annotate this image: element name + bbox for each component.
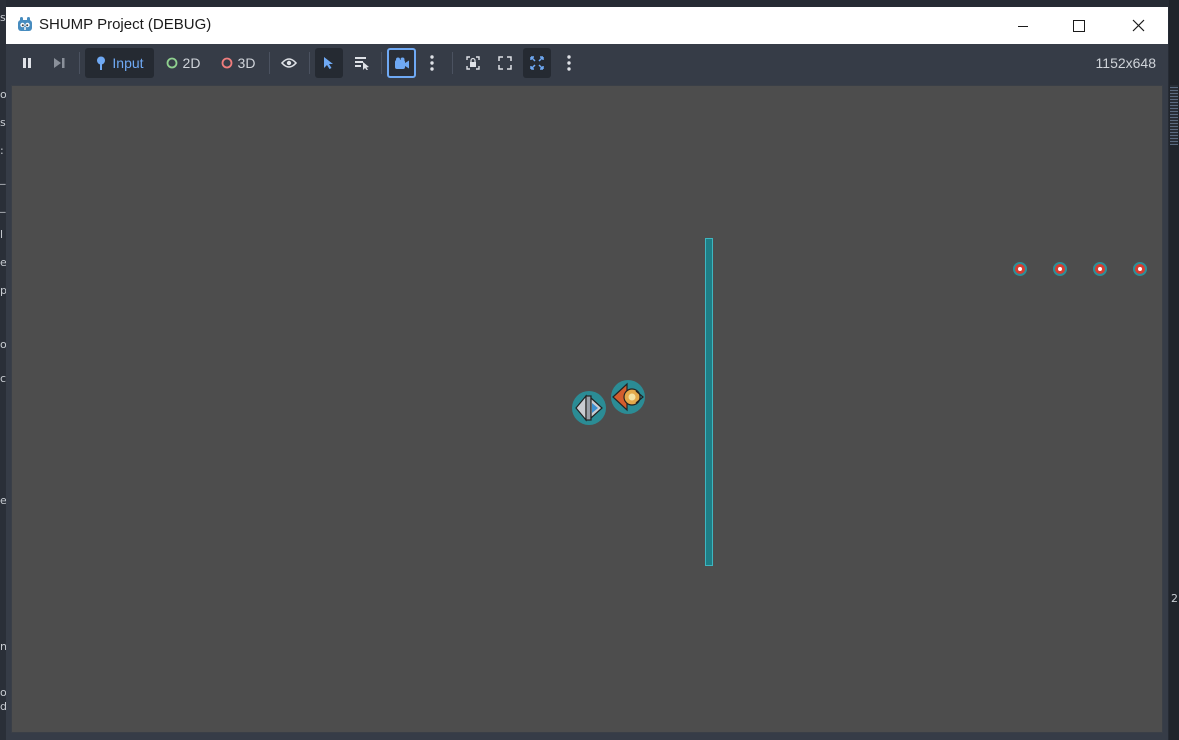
pickup [1013, 262, 1027, 276]
kebab-menu-icon [430, 55, 434, 71]
separator [269, 52, 270, 74]
maximize-button[interactable] [1056, 7, 1102, 44]
godot-icon [18, 17, 32, 31]
separator [309, 52, 310, 74]
fullscreen-icon [530, 56, 544, 70]
pickup [1053, 262, 1067, 276]
step-frame-icon [53, 58, 64, 68]
list-select-button[interactable] [349, 48, 375, 78]
separator [79, 52, 80, 74]
next-frame-button[interactable] [48, 48, 70, 78]
game-window: SHUMP Project (DEBUG) Input 2D 3D 1152x6… [6, 7, 1168, 740]
list-select-icon [355, 57, 369, 70]
select-mode-button[interactable] [315, 48, 343, 78]
embed-lock-button[interactable] [461, 48, 485, 78]
keep-aspect-button[interactable] [523, 48, 551, 78]
minimap [1170, 85, 1178, 145]
minimize-icon [1018, 25, 1028, 27]
background-editor-right: 2 [1169, 0, 1179, 740]
eye-icon [281, 58, 297, 68]
maximize-icon [1073, 19, 1085, 32]
close-button[interactable] [1115, 7, 1161, 44]
camera-icon [394, 57, 409, 69]
window-options-button[interactable] [559, 48, 579, 78]
fit-window-button[interactable] [493, 48, 517, 78]
separator [381, 52, 382, 74]
separator [452, 52, 453, 74]
enemy-ship [611, 380, 645, 414]
barrier [705, 238, 713, 566]
camera-options-button[interactable] [422, 48, 442, 78]
camera-override-button[interactable] [387, 48, 416, 78]
pickup [1093, 262, 1107, 276]
visibility-button[interactable] [277, 48, 301, 78]
mode-2d-label: 2D [182, 55, 201, 71]
background-text: 2 [1171, 592, 1178, 605]
minimize-button[interactable] [1000, 7, 1046, 44]
mode-3d-button[interactable]: 3D [216, 48, 260, 78]
mode-3d-label: 3D [237, 55, 256, 71]
mode-2d-button[interactable]: 2D [161, 48, 205, 78]
cursor-icon [324, 57, 333, 69]
input-toggle-button[interactable]: Input [85, 48, 154, 78]
resolution-label: 1152x648 [1095, 55, 1156, 71]
close-icon [1132, 19, 1144, 32]
pause-icon [23, 58, 31, 68]
expand-icon [498, 56, 512, 70]
game-viewport[interactable] [11, 85, 1163, 733]
lock-frame-icon [466, 56, 480, 70]
pause-button[interactable] [16, 48, 38, 78]
kebab-menu-icon [567, 55, 571, 71]
window-title: SHUMP Project (DEBUG) [39, 16, 212, 33]
title-bar[interactable]: SHUMP Project (DEBUG) [6, 7, 1168, 44]
circle-2d-icon [166, 57, 177, 69]
debug-toolbar: Input 2D 3D 1152x648 [6, 44, 1168, 84]
joystick-icon [97, 56, 106, 70]
input-label: Input [112, 55, 144, 71]
pickup [1133, 262, 1147, 276]
player-ship [572, 391, 606, 425]
circle-3d-icon [221, 57, 232, 69]
